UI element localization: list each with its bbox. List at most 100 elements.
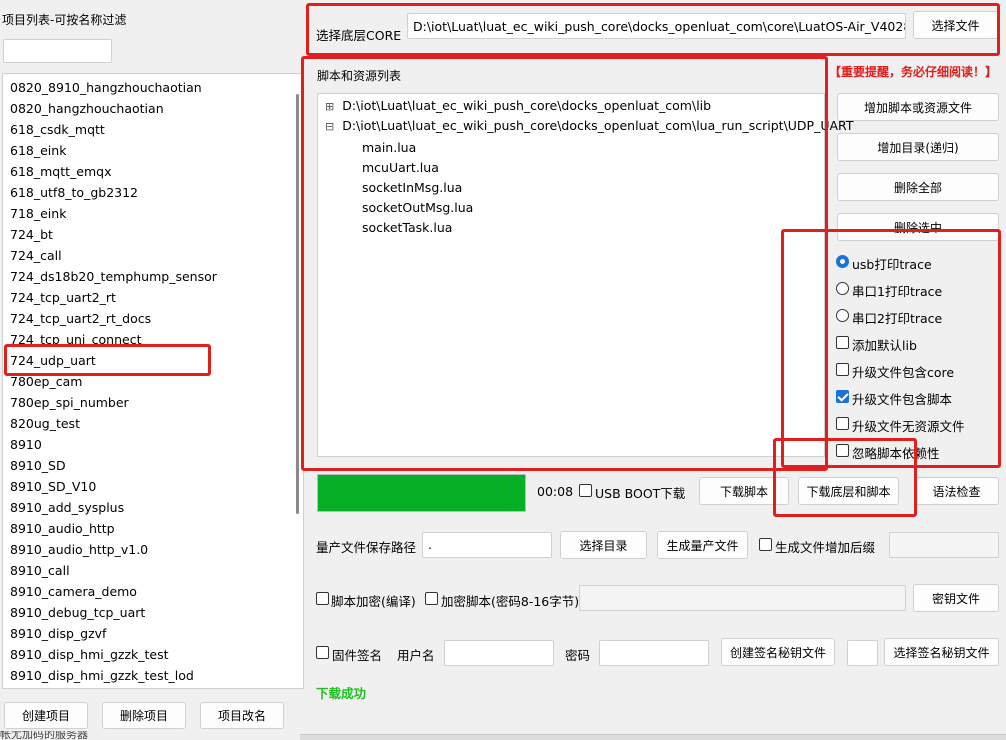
syntax-check-button[interactable]: 语法检查	[914, 477, 999, 505]
download-core-script-button[interactable]: 下载底层和脚本	[798, 477, 899, 505]
firmware-sign-checkbox[interactable]	[316, 646, 329, 659]
project-list-item[interactable]: 618_eink	[3, 140, 303, 161]
delete-selected-button[interactable]: 删除选中	[837, 213, 999, 241]
project-list-item[interactable]: 820ug_test	[3, 413, 303, 434]
sign-key-path-input[interactable]	[847, 640, 878, 666]
project-list-item[interactable]: 8910_disp_hmi_gzzk_test_lod	[3, 665, 303, 686]
script-file-item[interactable]: main.lua	[362, 138, 473, 158]
encrypt-script-checkbox[interactable]	[425, 592, 438, 605]
option-checkbox[interactable]	[836, 336, 849, 349]
project-filter-label: 项目列表-可按名称过滤	[2, 13, 127, 27]
option-checkbox-row[interactable]: 忽略脚本依赖性	[836, 442, 996, 462]
important-warning: 【重要提醒，务必仔细阅读！】	[829, 65, 998, 79]
project-list-item[interactable]: 780ep_cam	[3, 371, 303, 392]
script-tree[interactable]: ⊞ D:\iot\Luat\luat_ec_wiki_push_core\doc…	[317, 93, 853, 457]
delete-project-button[interactable]: 删除项目	[102, 702, 186, 729]
production-path-label: 量产文件保存路径	[316, 540, 417, 555]
project-list-item[interactable]: 8910_disp_gzvf	[3, 623, 303, 644]
option-checkbox[interactable]	[836, 417, 849, 430]
project-list-item[interactable]: 8910_add_sysplus	[3, 497, 303, 518]
project-list-item[interactable]: 8910_call	[3, 560, 303, 581]
create-project-button[interactable]: 创建项目	[4, 702, 88, 729]
create-sign-key-button[interactable]: 创建签名秘钥文件	[721, 638, 835, 666]
select-sign-key-button[interactable]: 选择签名秘钥文件	[884, 638, 999, 666]
project-list-item[interactable]: 724_bt	[3, 224, 303, 245]
project-list-item[interactable]: 8910_audio_http_v1.0	[3, 539, 303, 560]
compile-encrypt-checkbox[interactable]	[316, 592, 329, 605]
usb-boot-checkbox[interactable]	[579, 484, 592, 497]
core-path-input[interactable]: D:\iot\Luat\luat_ec_wiki_push_core\docks…	[407, 13, 906, 39]
select-core-file-button[interactable]: 选择文件	[913, 11, 998, 39]
project-list-item[interactable]: 8910_SD	[3, 455, 303, 476]
project-list-item[interactable]: 8910_SD_V10	[3, 476, 303, 497]
project-list-item[interactable]: 618_utf8_to_gb2312	[3, 182, 303, 203]
option-checkbox[interactable]	[836, 390, 849, 403]
trace-option-radio[interactable]: 串口2打印trace	[836, 307, 996, 327]
project-list-item[interactable]: 724_ds18b20_temphump_sensor	[3, 266, 303, 287]
username-input[interactable]	[444, 640, 554, 666]
radio-button[interactable]	[836, 255, 849, 268]
script-file-item[interactable]: socketInMsg.lua	[362, 178, 473, 198]
project-list-item[interactable]: 780ep_spi_number	[3, 392, 303, 413]
trace-option-radio[interactable]: 串口1打印trace	[836, 280, 996, 300]
project-list-item[interactable]: 0820_hangzhouchaotian	[3, 98, 303, 119]
project-list-item[interactable]: 8910	[3, 434, 303, 455]
trace-option-radio[interactable]: usb打印trace	[836, 253, 996, 273]
project-list-item[interactable]: 724_udp_uart	[3, 350, 303, 371]
project-list-item[interactable]: 724_tcp_uni_connect	[3, 329, 303, 350]
password-label: 密码	[565, 648, 591, 663]
option-checkbox[interactable]	[836, 363, 849, 376]
radio-label: 串口1打印trace	[852, 284, 943, 299]
key-file-button[interactable]: 密钥文件	[913, 584, 999, 612]
encrypt-password-input[interactable]	[579, 585, 906, 611]
project-list-scrollbar[interactable]	[296, 94, 299, 514]
production-path-input[interactable]: .	[422, 532, 552, 558]
status-fragment: 帐尤加码的服务器	[0, 731, 88, 740]
encrypt-script-label: 加密脚本(密码8-16字节)	[441, 594, 580, 609]
password-input[interactable]	[599, 640, 709, 666]
add-suffix-checkbox[interactable]	[759, 538, 772, 551]
project-list-item[interactable]: 724_tcp_uart2_rt_docs	[3, 308, 303, 329]
project-list-item[interactable]: 0820_8910_hangzhouchaotian	[3, 77, 303, 98]
download-progress-fill	[318, 475, 525, 511]
expand-icon[interactable]: ⊞	[325, 100, 334, 113]
script-file-item[interactable]: socketOutMsg.lua	[362, 198, 473, 218]
project-list-item[interactable]: 724_tcp_uart2_rt	[3, 287, 303, 308]
script-file-item[interactable]: mcuUart.lua	[362, 158, 473, 178]
project-list-item[interactable]: 8910_disp_hmi_gzzk_test	[3, 644, 303, 665]
taskbar-strip	[300, 734, 1006, 740]
option-checkbox-row[interactable]: 升级文件包含脚本	[836, 388, 996, 408]
compile-encrypt-label: 脚本加密(编译)	[331, 594, 416, 609]
option-checkbox-row[interactable]: 添加默认lib	[836, 334, 996, 354]
add-script-button[interactable]: 增加脚本或资源文件	[837, 93, 999, 121]
project-list-item[interactable]: 8910_camera_demo	[3, 581, 303, 602]
project-list[interactable]: 0820_8910_hangzhouchaotian 0820_hangzhouc…	[2, 73, 304, 689]
radio-button[interactable]	[836, 309, 849, 322]
usb-boot-label: USB BOOT下载	[595, 486, 686, 501]
select-directory-button[interactable]: 选择目录	[560, 531, 647, 559]
project-list-item[interactable]: 618_mqtt_emqx	[3, 161, 303, 182]
project-list-item[interactable]: 8910_audio_http	[3, 518, 303, 539]
project-filter-input[interactable]	[3, 39, 112, 63]
delete-all-button[interactable]: 删除全部	[837, 173, 999, 201]
tree-node-label: D:\iot\Luat\luat_ec_wiki_push_core\docks…	[342, 98, 712, 113]
rename-project-button[interactable]: 项目改名	[200, 702, 284, 729]
project-list-item[interactable]: 8910_debug_tcp_uart	[3, 602, 303, 623]
suffix-input[interactable]	[889, 532, 999, 558]
script-file-item[interactable]: socketTask.lua	[362, 218, 473, 238]
generate-production-button[interactable]: 生成量产文件	[657, 531, 748, 559]
project-list-item[interactable]: 718_eink	[3, 203, 303, 224]
project-list-item[interactable]: 724_call	[3, 245, 303, 266]
collapse-icon[interactable]: ⊟	[325, 120, 334, 133]
project-list-item[interactable]: 618_csdk_mqtt	[3, 119, 303, 140]
add-directory-button[interactable]: 增加目录(递归)	[837, 133, 999, 161]
tree-node-udp-uart[interactable]: ⊟ D:\iot\Luat\luat_ec_wiki_push_core\doc…	[325, 118, 853, 133]
option-checkbox-row[interactable]: 升级文件无资源文件	[836, 415, 996, 435]
tree-node-lib[interactable]: ⊞ D:\iot\Luat\luat_ec_wiki_push_core\doc…	[325, 98, 711, 113]
option-checkbox-label: 升级文件无资源文件	[852, 419, 965, 434]
add-suffix-label: 生成文件增加后缀	[775, 540, 876, 555]
radio-button[interactable]	[836, 282, 849, 295]
download-script-button[interactable]: 下载脚本	[699, 477, 789, 505]
option-checkbox-row[interactable]: 升级文件包含core	[836, 361, 996, 381]
option-checkbox[interactable]	[836, 444, 849, 457]
